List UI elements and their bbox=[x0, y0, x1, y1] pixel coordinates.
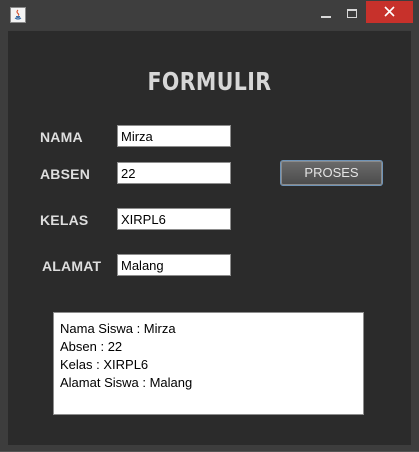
nama-field[interactable]: Mirza bbox=[117, 125, 231, 147]
label-kelas: KELAS bbox=[40, 212, 89, 228]
title-bar bbox=[0, 0, 419, 30]
output-line: Absen : 22 bbox=[60, 339, 123, 354]
minimize-button[interactable] bbox=[313, 4, 339, 24]
label-nama: NAMA bbox=[40, 129, 83, 145]
output-line: Alamat Siswa : Malang bbox=[60, 375, 193, 390]
label-absen: ABSEN bbox=[40, 166, 91, 182]
output-line: Nama Siswa : Mirza bbox=[60, 321, 176, 336]
absen-field[interactable]: 22 bbox=[117, 162, 231, 184]
app-window: FORMULIR NAMA Mirza ABSEN 22 PROSES KELA… bbox=[0, 0, 419, 452]
proses-button[interactable]: PROSES bbox=[280, 160, 383, 186]
maximize-button[interactable] bbox=[339, 4, 365, 24]
output-line: Kelas : XIRPL6 bbox=[60, 357, 149, 372]
kelas-field[interactable]: XIRPL6 bbox=[117, 208, 231, 230]
java-icon[interactable] bbox=[10, 7, 26, 23]
output-textarea[interactable]: Nama Siswa : Mirza Absen : 22 Kelas : XI… bbox=[53, 312, 364, 415]
close-icon bbox=[384, 6, 395, 17]
form-title: FORMULIR bbox=[147, 67, 272, 96]
form-panel: FORMULIR NAMA Mirza ABSEN 22 PROSES KELA… bbox=[8, 31, 411, 445]
close-button[interactable] bbox=[366, 1, 413, 23]
label-alamat: ALAMAT bbox=[42, 258, 102, 274]
alamat-field[interactable]: Malang bbox=[117, 254, 231, 276]
